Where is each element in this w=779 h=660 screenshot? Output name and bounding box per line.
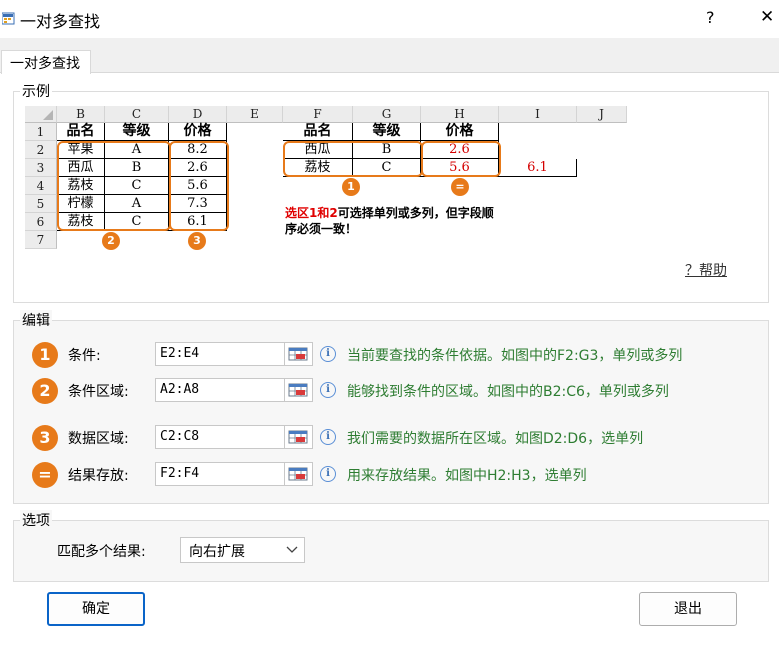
row-header: 2 <box>25 141 57 159</box>
column-header: I <box>499 106 577 123</box>
table-header-cell: 价格 <box>169 123 227 141</box>
region-badge: = <box>451 178 469 196</box>
step-badge: 3 <box>32 425 58 451</box>
row-header: 5 <box>25 195 57 213</box>
table-header-cell: 等级 <box>353 123 421 141</box>
field-label: 结果存放: <box>68 468 129 484</box>
field-description: 我们需要的数据所在区域。如图D2:D6，选单列 <box>347 431 644 447</box>
match-multiple-select[interactable]: 向右扩展 <box>180 537 305 563</box>
info-icon[interactable]: i <box>320 429 336 445</box>
field-label: 条件区域: <box>68 384 129 400</box>
step-badge: 2 <box>32 378 58 404</box>
row-header: 6 <box>25 213 57 231</box>
sheet-corner <box>25 106 57 123</box>
selection-box <box>421 141 501 177</box>
column-header: H <box>421 106 499 123</box>
range-picker-button[interactable] <box>285 462 313 486</box>
selection-box <box>283 141 423 177</box>
chevron-down-icon <box>286 541 298 560</box>
column-header: J <box>577 106 627 123</box>
column-header: F <box>283 106 353 123</box>
range-picker-button[interactable] <box>285 425 313 449</box>
options-group-label: 选项 <box>20 510 52 530</box>
table-cell: 6.1 <box>499 159 577 177</box>
tab-strip-divider <box>0 72 779 73</box>
edit-group-label: 编辑 <box>20 310 52 330</box>
info-icon[interactable]: i <box>320 382 336 398</box>
range-picker-button[interactable] <box>285 342 313 366</box>
range-input[interactable]: C2:C8 <box>155 425 285 449</box>
column-header: B <box>57 106 105 123</box>
step-badge: = <box>32 462 58 488</box>
field-description: 用来存放结果。如图中H2:H3，选单列 <box>347 468 587 484</box>
help-button[interactable]: ? <box>706 8 715 27</box>
note-highlight: 选区1和2 <box>285 206 338 220</box>
range-picker-icon <box>288 347 308 361</box>
table-header-cell: 等级 <box>105 123 169 141</box>
table-header-cell: 价格 <box>421 123 499 141</box>
column-header: E <box>227 106 283 123</box>
region-badge: 3 <box>188 232 206 250</box>
field-description: 当前要查找的条件依据。如图中的F2:G3，单列或多列 <box>347 348 683 364</box>
field-label: 数据区域: <box>68 431 129 447</box>
row-header: 3 <box>25 159 57 177</box>
table-header-cell: 品名 <box>57 123 105 141</box>
ok-button[interactable]: 确定 <box>47 592 145 626</box>
window-title: 一对多查找 <box>20 12 101 31</box>
region-badge: 2 <box>102 232 120 250</box>
selection-box <box>169 141 229 231</box>
info-icon[interactable]: i <box>320 346 336 362</box>
close-button[interactable]: ✕ <box>760 7 774 27</box>
range-input[interactable]: F2:F4 <box>155 462 285 486</box>
corner-triangle-icon <box>43 110 53 120</box>
range-input[interactable]: A2:A8 <box>155 378 285 402</box>
range-picker-icon <box>288 430 308 444</box>
tab-one-to-many-lookup[interactable]: 一对多查找 <box>1 50 91 74</box>
region-badge: 1 <box>342 178 360 196</box>
field-label: 条件: <box>68 348 101 364</box>
table-header-cell: 品名 <box>283 123 353 141</box>
match-multiple-label: 匹配多个结果: <box>57 544 146 560</box>
exit-button[interactable]: 退出 <box>639 592 737 626</box>
example-group-label: 示例 <box>20 81 52 101</box>
example-note: 选区1和2可选择单列或多列，但字段顺序必须一致！ <box>285 205 495 237</box>
title-bar: 一对多查找 ? ✕ <box>0 0 779 38</box>
column-header: G <box>353 106 421 123</box>
step-badge: 1 <box>32 342 58 368</box>
range-picker-icon <box>288 467 308 481</box>
row-header: 7 <box>25 231 57 249</box>
help-link[interactable]: ？帮助 <box>685 260 727 280</box>
row-header: 1 <box>25 123 57 141</box>
info-icon[interactable]: i <box>320 466 336 482</box>
field-description: 能够找到条件的区域。如图中的B2:C6，单列或多列 <box>347 384 669 400</box>
column-header: D <box>169 106 227 123</box>
app-icon <box>2 12 15 25</box>
range-picker-icon <box>288 383 308 397</box>
range-input[interactable]: E2:E4 <box>155 342 285 366</box>
row-header: 4 <box>25 177 57 195</box>
selection-box <box>57 141 171 231</box>
match-multiple-value: 向右扩展 <box>189 544 245 560</box>
column-header: C <box>105 106 169 123</box>
range-picker-button[interactable] <box>285 378 313 402</box>
